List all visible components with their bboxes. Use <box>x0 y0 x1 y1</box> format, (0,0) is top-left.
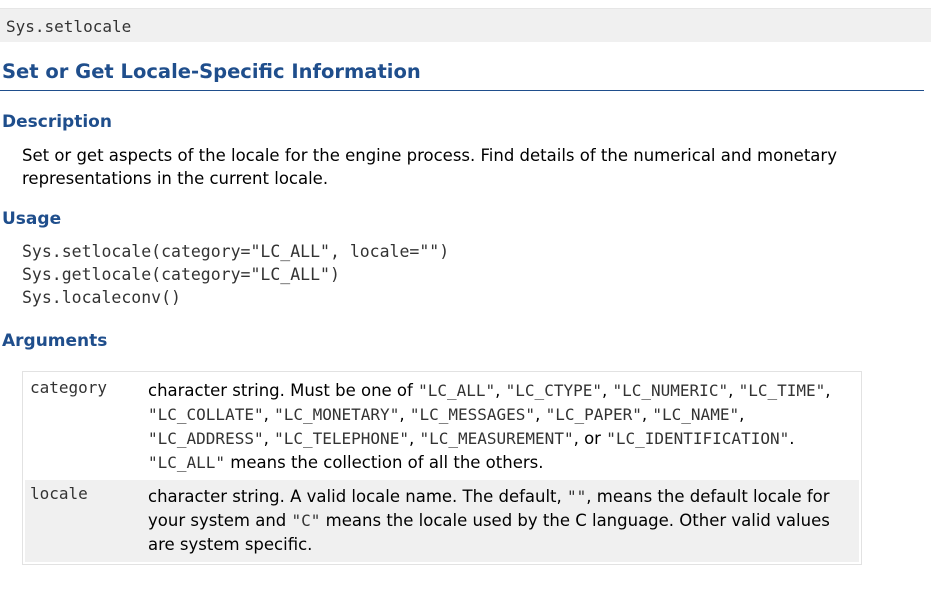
code-literal: "LC_COLLATE" <box>148 405 264 424</box>
description-heading: Description <box>2 112 112 132</box>
code-literal: "LC_ALL" <box>418 381 496 400</box>
argument-row-category: category character string. Must be one o… <box>25 374 859 480</box>
code-literal: "LC_NAME" <box>652 405 740 424</box>
code-literal: "LC_PAPER" <box>545 405 642 424</box>
code-literal: "LC_TELEPHONE" <box>274 429 409 448</box>
title-divider <box>0 90 924 91</box>
code-literal: "LC_IDENTIFICATION" <box>606 429 790 448</box>
code-literal: "LC_TIME" <box>738 381 826 400</box>
desc-text: , <box>601 381 613 400</box>
arguments-table: category character string. Must be one o… <box>22 371 862 565</box>
page-title: Set or Get Locale-Specific Information <box>2 60 421 83</box>
usage-line: Sys.getlocale(category="LC_ALL") <box>22 265 340 284</box>
argument-name: category <box>30 378 108 397</box>
code-literal: "LC_MONETARY" <box>274 405 400 424</box>
desc-text: . <box>789 429 795 448</box>
code-literal: "LC_NUMERIC" <box>612 381 729 400</box>
code-literal: "LC_MESSAGES" <box>409 405 536 424</box>
desc-text: , <box>739 405 745 424</box>
code-literal: "LC_CTYPE" <box>505 381 602 400</box>
desc-text: , <box>263 405 275 424</box>
code-literal: "LC_ALL" <box>148 453 226 472</box>
arguments-heading: Arguments <box>2 331 108 351</box>
argument-description: character string. A valid locale name. T… <box>141 480 859 562</box>
desc-text: , <box>495 381 506 400</box>
argument-description: character string. Must be one of "LC_ALL… <box>141 374 859 480</box>
desc-text: , <box>728 381 739 400</box>
desc-text: , <box>825 381 831 400</box>
desc-text: , <box>641 405 653 424</box>
function-name: Sys.setlocale <box>6 17 132 36</box>
usage-line: Sys.setlocale(category="LC_ALL", locale=… <box>22 242 450 261</box>
desc-text: character string. Must be one of <box>148 381 419 400</box>
desc-text: character string. A valid locale name. T… <box>148 487 568 506</box>
desc-text: , <box>263 429 275 448</box>
usage-heading: Usage <box>2 209 62 229</box>
code-literal: "" <box>567 487 587 506</box>
desc-text: , <box>535 405 546 424</box>
desc-text: , <box>399 405 410 424</box>
usage-line: Sys.localeconv() <box>22 288 181 307</box>
desc-text: , <box>408 429 420 448</box>
argument-name: locale <box>30 484 88 503</box>
function-name-bar: Sys.setlocale <box>0 8 931 42</box>
desc-text: means the collection of all the others. <box>225 453 544 472</box>
argument-row-locale: locale character string. A valid locale … <box>25 480 859 562</box>
code-literal: "LC_MEASUREMENT" <box>419 429 574 448</box>
code-literal: "C" <box>291 511 321 530</box>
code-literal: "LC_ADDRESS" <box>148 429 264 448</box>
usage-code-block: Sys.setlocale(category="LC_ALL", locale=… <box>22 240 449 309</box>
desc-text: , or <box>573 429 607 448</box>
description-text: Set or get aspects of the locale for the… <box>22 146 837 188</box>
